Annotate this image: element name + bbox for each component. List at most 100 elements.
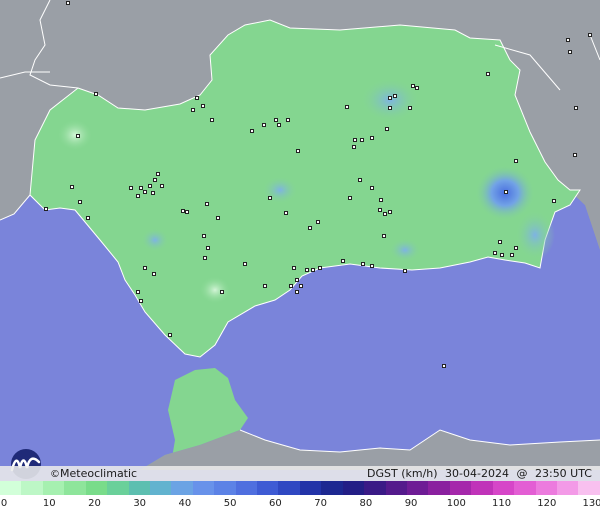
station-marker[interactable]	[393, 94, 397, 98]
station-marker[interactable]	[160, 184, 164, 188]
station-marker[interactable]	[216, 216, 220, 220]
station-marker[interactable]	[151, 191, 155, 195]
station-marker[interactable]	[498, 240, 502, 244]
station-marker[interactable]	[370, 136, 374, 140]
station-marker[interactable]	[76, 134, 80, 138]
station-marker[interactable]	[308, 226, 312, 230]
station-marker[interactable]	[205, 202, 209, 206]
station-marker[interactable]	[168, 333, 172, 337]
station-marker[interactable]	[388, 96, 392, 100]
station-marker[interactable]	[403, 269, 407, 273]
gust-sevilla	[141, 228, 169, 252]
station-marker[interactable]	[94, 92, 98, 96]
station-marker[interactable]	[514, 159, 518, 163]
station-marker[interactable]	[370, 264, 374, 268]
station-marker[interactable]	[152, 272, 156, 276]
station-marker[interactable]	[552, 199, 556, 203]
color-scale-bar	[0, 481, 600, 495]
station-marker[interactable]	[361, 262, 365, 266]
station-marker[interactable]	[510, 253, 514, 257]
station-marker[interactable]	[296, 149, 300, 153]
station-marker[interactable]	[411, 84, 415, 88]
station-marker[interactable]	[136, 194, 140, 198]
station-marker[interactable]	[70, 185, 74, 189]
station-marker[interactable]	[185, 210, 189, 214]
station-marker[interactable]	[504, 190, 508, 194]
station-marker[interactable]	[318, 266, 322, 270]
map-canvas[interactable]	[0, 0, 600, 470]
station-marker[interactable]	[573, 153, 577, 157]
station-marker[interactable]	[220, 290, 224, 294]
station-marker[interactable]	[191, 108, 195, 112]
station-marker[interactable]	[262, 123, 266, 127]
station-marker[interactable]	[388, 106, 392, 110]
station-marker[interactable]	[86, 216, 90, 220]
station-marker[interactable]	[250, 129, 254, 133]
station-marker[interactable]	[358, 178, 362, 182]
station-marker[interactable]	[201, 104, 205, 108]
station-marker[interactable]	[442, 364, 446, 368]
station-marker[interactable]	[378, 208, 382, 212]
map-caption: DGST (km/h) 30-04-2024 @ 23:50 UTC	[363, 466, 592, 481]
station-marker[interactable]	[206, 246, 210, 250]
station-marker[interactable]	[284, 211, 288, 215]
station-marker[interactable]	[263, 284, 267, 288]
station-marker[interactable]	[143, 190, 147, 194]
station-marker[interactable]	[382, 234, 386, 238]
station-marker[interactable]	[129, 186, 133, 190]
station-marker[interactable]	[292, 266, 296, 270]
scale-swatch	[449, 481, 472, 495]
station-marker[interactable]	[385, 127, 389, 131]
station-marker[interactable]	[210, 118, 214, 122]
station-marker[interactable]	[408, 106, 412, 110]
station-marker[interactable]	[311, 268, 315, 272]
scale-swatch	[342, 481, 365, 495]
station-marker[interactable]	[370, 186, 374, 190]
station-marker[interactable]	[243, 262, 247, 266]
station-marker[interactable]	[341, 259, 345, 263]
station-marker[interactable]	[353, 138, 357, 142]
station-marker[interactable]	[289, 284, 293, 288]
station-marker[interactable]	[202, 234, 206, 238]
scale-swatch	[64, 481, 86, 495]
station-marker[interactable]	[274, 118, 278, 122]
station-marker[interactable]	[514, 246, 518, 250]
station-marker[interactable]	[500, 253, 504, 257]
station-marker[interactable]	[305, 268, 309, 272]
station-marker[interactable]	[345, 105, 349, 109]
station-marker[interactable]	[568, 50, 572, 54]
station-marker[interactable]	[388, 210, 392, 214]
station-marker[interactable]	[295, 290, 299, 294]
station-marker[interactable]	[195, 96, 199, 100]
station-marker[interactable]	[139, 186, 143, 190]
station-marker[interactable]	[588, 33, 592, 37]
station-marker[interactable]	[286, 118, 290, 122]
station-marker[interactable]	[352, 145, 356, 149]
station-marker[interactable]	[415, 86, 419, 90]
station-marker[interactable]	[78, 200, 82, 204]
station-marker[interactable]	[268, 196, 272, 200]
station-marker[interactable]	[295, 278, 299, 282]
station-marker[interactable]	[148, 184, 152, 188]
station-marker[interactable]	[299, 284, 303, 288]
station-marker[interactable]	[139, 299, 143, 303]
station-marker[interactable]	[486, 72, 490, 76]
station-marker[interactable]	[348, 196, 352, 200]
station-marker[interactable]	[383, 212, 387, 216]
station-marker[interactable]	[316, 220, 320, 224]
station-marker[interactable]	[66, 1, 70, 5]
station-marker[interactable]	[203, 256, 207, 260]
station-marker[interactable]	[493, 251, 497, 255]
station-marker[interactable]	[44, 207, 48, 211]
scale-swatch	[514, 481, 536, 495]
station-marker[interactable]	[379, 198, 383, 202]
station-marker[interactable]	[156, 172, 160, 176]
station-marker[interactable]	[136, 290, 140, 294]
station-marker[interactable]	[360, 138, 364, 142]
station-marker[interactable]	[574, 106, 578, 110]
station-marker[interactable]	[181, 209, 185, 213]
station-marker[interactable]	[143, 266, 147, 270]
station-marker[interactable]	[277, 123, 281, 127]
station-marker[interactable]	[566, 38, 570, 42]
station-marker[interactable]	[153, 178, 157, 182]
